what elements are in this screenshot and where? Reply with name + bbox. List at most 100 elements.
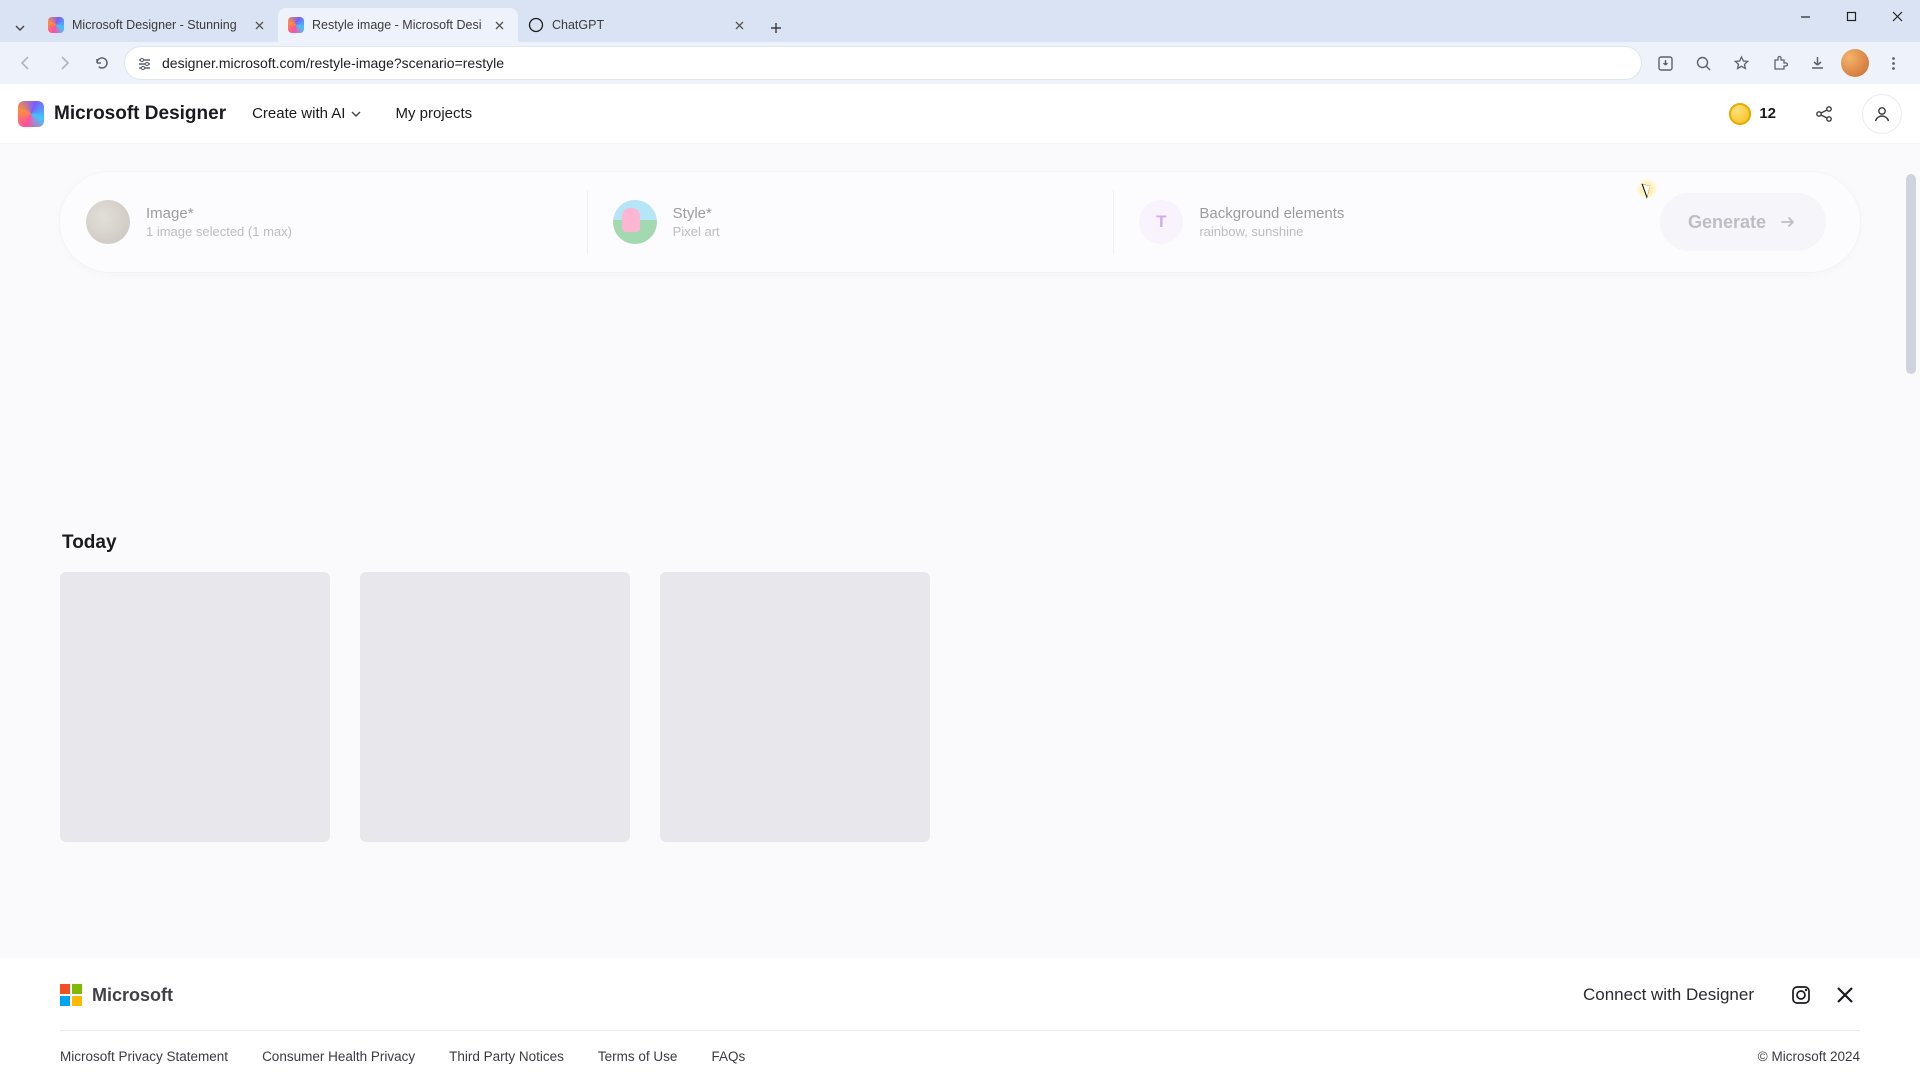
brand-name: Microsoft Designer <box>54 103 226 125</box>
tab-close-button[interactable] <box>730 16 748 34</box>
tabs-dropdown-button[interactable] <box>6 14 34 42</box>
x-twitter-link[interactable] <box>1830 980 1860 1010</box>
chevron-down-icon <box>351 109 361 119</box>
coin-icon <box>1729 103 1751 125</box>
result-placeholder[interactable] <box>60 572 330 842</box>
url-text: designer.microsoft.com/restyle-image?sce… <box>162 55 504 71</box>
maximize-icon <box>1846 11 1857 22</box>
app-viewport: Microsoft Designer Create with AI My pro… <box>0 84 1920 1080</box>
downloads-button[interactable] <box>1800 46 1834 80</box>
nav-forward-button[interactable] <box>48 47 80 79</box>
result-placeholder[interactable] <box>360 572 630 842</box>
footer-link-privacy[interactable]: Microsoft Privacy Statement <box>60 1049 228 1064</box>
brand[interactable]: Microsoft Designer <box>18 101 226 127</box>
generate-label: Generate <box>1688 212 1766 233</box>
x-icon <box>1834 984 1856 1006</box>
new-tab-button[interactable] <box>762 14 790 42</box>
footer-link-terms[interactable]: Terms of Use <box>598 1049 678 1064</box>
vertical-scrollbar[interactable] <box>1904 84 1918 1080</box>
segment-subtitle: rainbow, sunshine <box>1199 224 1344 239</box>
account-button[interactable] <box>1862 94 1902 134</box>
results-grid <box>60 572 1860 842</box>
chatgpt-favicon-icon <box>528 17 544 33</box>
address-bar[interactable]: designer.microsoft.com/restyle-image?sce… <box>124 46 1642 80</box>
today-heading: Today <box>62 532 1860 554</box>
close-icon <box>1892 11 1903 22</box>
download-icon <box>1809 55 1826 72</box>
tab-restyle-image[interactable]: Restyle image - Microsoft Desi <box>278 8 518 42</box>
nav-my-projects[interactable]: My projects <box>387 99 480 128</box>
star-icon <box>1733 55 1750 72</box>
nav-label: My projects <box>395 105 472 122</box>
share-nodes-icon <box>1814 104 1834 124</box>
extensions-button[interactable] <box>1762 46 1796 80</box>
result-placeholder[interactable] <box>660 572 930 842</box>
footer-link-health[interactable]: Consumer Health Privacy <box>262 1049 415 1064</box>
close-icon <box>495 21 504 30</box>
tab-chatgpt[interactable]: ChatGPT <box>518 8 758 42</box>
segment-title: Image* <box>146 205 292 222</box>
credits-button[interactable]: 12 <box>1719 99 1786 129</box>
browser-chrome: Microsoft Designer - Stunning Restyle im… <box>0 0 1920 84</box>
footer: Microsoft Connect with Designer Microsof… <box>0 958 1920 1080</box>
close-icon <box>735 21 744 30</box>
prompt-image-segment[interactable]: Image* 1 image selected (1 max) <box>60 172 587 272</box>
app-header: Microsoft Designer Create with AI My pro… <box>0 84 1920 144</box>
instagram-icon <box>1790 984 1812 1006</box>
nav-create-with-ai[interactable]: Create with AI <box>244 99 369 128</box>
nav-back-button[interactable] <box>10 47 42 79</box>
site-info-button[interactable] <box>137 56 152 71</box>
footer-copyright: © Microsoft 2024 <box>1758 1049 1860 1064</box>
zoom-button[interactable] <box>1686 46 1720 80</box>
prompt-background-segment[interactable]: T Background elements rainbow, sunshine <box>1113 172 1640 272</box>
arrow-right-icon <box>1778 212 1798 232</box>
prompt-style-segment[interactable]: Style* Pixel art <box>587 172 1114 272</box>
tab-close-button[interactable] <box>250 16 268 34</box>
prompt-bar: Image* 1 image selected (1 max) Style* P… <box>60 172 1860 272</box>
tab-close-button[interactable] <box>490 16 508 34</box>
profile-button[interactable] <box>1838 46 1872 80</box>
microsoft-logo[interactable]: Microsoft <box>60 984 173 1006</box>
tab-designer-home[interactable]: Microsoft Designer - Stunning <box>38 8 278 42</box>
window-minimize-button[interactable] <box>1782 0 1828 32</box>
chrome-menu-button[interactable] <box>1876 46 1910 80</box>
puzzle-icon <box>1771 55 1788 72</box>
segment-subtitle: 1 image selected (1 max) <box>146 224 292 239</box>
person-icon <box>1872 104 1892 124</box>
chevron-down-icon <box>15 23 25 33</box>
plus-icon <box>770 22 782 34</box>
nav-reload-button[interactable] <box>86 47 118 79</box>
toolbar-right <box>1648 46 1910 80</box>
tab-title: ChatGPT <box>552 18 722 32</box>
bookmark-button[interactable] <box>1724 46 1758 80</box>
install-app-button[interactable] <box>1648 46 1682 80</box>
browser-toolbar: designer.microsoft.com/restyle-image?sce… <box>0 42 1920 84</box>
segment-title: Style* <box>673 205 720 222</box>
connect-label: Connect with Designer <box>1583 985 1754 1005</box>
arrow-right-icon <box>56 55 72 71</box>
designer-logo-icon <box>18 101 44 127</box>
window-close-button[interactable] <box>1874 0 1920 32</box>
footer-link-faqs[interactable]: FAQs <box>711 1049 745 1064</box>
reload-icon <box>94 55 110 71</box>
footer-links: Microsoft Privacy Statement Consumer Hea… <box>60 1031 1860 1080</box>
tab-title: Restyle image - Microsoft Desi <box>312 18 482 32</box>
tab-title: Microsoft Designer - Stunning <box>72 18 242 32</box>
generate-wrap: Generate <box>1640 172 1860 272</box>
share-button[interactable] <box>1804 94 1844 134</box>
close-icon <box>255 21 264 30</box>
generate-button[interactable]: Generate <box>1660 193 1826 251</box>
footer-link-notices[interactable]: Third Party Notices <box>449 1049 564 1064</box>
arrow-left-icon <box>18 55 34 71</box>
zoom-icon <box>1695 55 1712 72</box>
install-icon <box>1657 55 1674 72</box>
window-maximize-button[interactable] <box>1828 0 1874 32</box>
content-area: Image* 1 image selected (1 max) Style* P… <box>0 144 1920 842</box>
segment-subtitle: Pixel art <box>673 224 720 239</box>
kebab-icon <box>1885 55 1902 72</box>
scrollbar-thumb[interactable] <box>1906 174 1916 374</box>
tab-strip: Microsoft Designer - Stunning Restyle im… <box>0 0 1920 42</box>
avatar-icon <box>1841 49 1869 77</box>
tune-icon <box>137 56 152 71</box>
instagram-link[interactable] <box>1786 980 1816 1010</box>
